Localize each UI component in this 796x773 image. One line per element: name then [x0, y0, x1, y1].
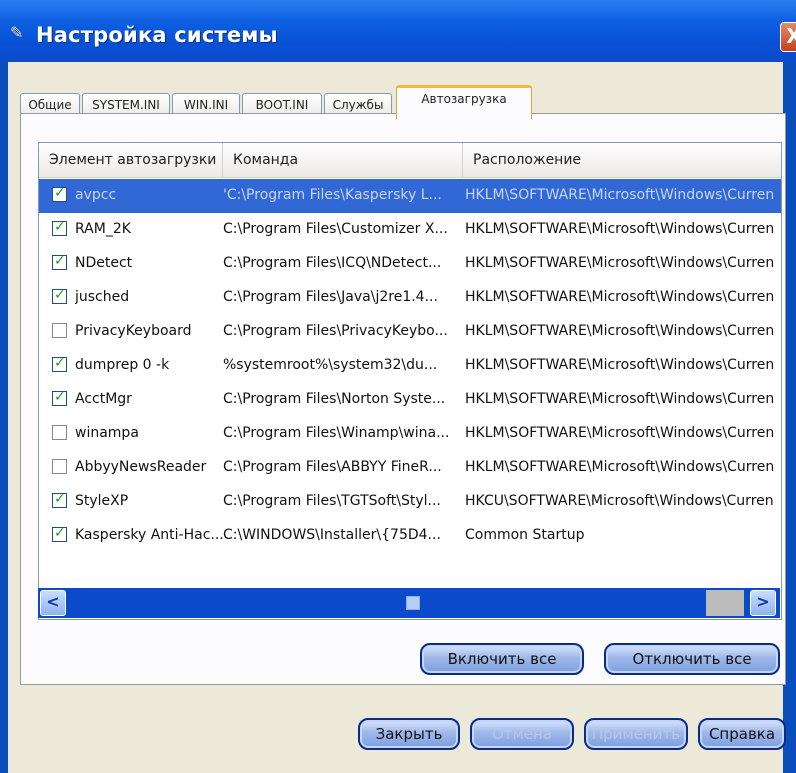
checkbox-unchecked[interactable] — [52, 459, 67, 474]
table-row[interactable]: ✓ jusched C:\Program Files\Java\j2re1.4...… — [39, 281, 781, 315]
column-header-item[interactable]: Элемент автозагрузки — [39, 143, 223, 177]
cell-item: Kaspersky Anti-Hac... — [75, 527, 223, 543]
cell-command: C:\WINDOWS\Installer\{75D4... — [223, 527, 441, 543]
table-row[interactable]: AbbyyNewsReader C:\Program Files\ABBYY Fi… — [39, 451, 781, 485]
apply-button[interactable]: Применить — [584, 718, 688, 750]
cell-location: HKLM\SOFTWARE\Microsoft\Windows\Curren — [465, 323, 775, 339]
cell-item: RAM_2K — [75, 221, 131, 237]
cell-location: HKLM\SOFTWARE\Microsoft\Windows\Curren — [465, 357, 775, 373]
column-header-command[interactable]: Команда — [223, 143, 463, 177]
table-row[interactable]: ✓ dumprep 0 -k %systemroot%\system32\du...… — [39, 349, 781, 383]
checkmark-icon: ✓ — [54, 219, 66, 235]
cell-location: HKLM\SOFTWARE\Microsoft\Windows\Curren — [465, 459, 775, 475]
checkmark-icon: ✓ — [54, 185, 66, 201]
window-title: Настройка системы — [36, 23, 278, 47]
cell-location: HKCU\SOFTWARE\Microsoft\Windows\Curren — [465, 493, 774, 509]
checkmark-icon: ✓ — [54, 389, 66, 405]
checkmark-icon: ✓ — [54, 287, 66, 303]
checkbox-checked[interactable]: ✓ — [52, 355, 67, 372]
table-row[interactable]: ✓ NDetect C:\Program Files\ICQ\NDetect... H… — [39, 247, 781, 281]
cell-item: dumprep 0 -k — [75, 357, 170, 373]
table-row[interactable]: ✓ avpcc 'C:\Program Files\Kaspersky L... HK… — [39, 179, 781, 213]
cell-command: C:\Program Files\ICQ\NDetect... — [223, 255, 442, 271]
cell-command: C:\Program Files\Winamp\wina... — [223, 425, 450, 441]
list-header: Элемент автозагрузки Команда Расположени… — [39, 143, 781, 178]
checkbox-checked[interactable]: ✓ — [52, 219, 67, 236]
cell-item: avpcc — [75, 187, 117, 203]
table-row[interactable]: PrivacyKeyboard C:\Program Files\PrivacyK… — [39, 315, 781, 349]
cell-command: C:\Program Files\TGTSoft\Styl... — [223, 493, 441, 509]
column-header-location[interactable]: Расположение — [463, 143, 781, 177]
table-row[interactable]: ✓ StyleXP C:\Program Files\TGTSoft\Styl...… — [39, 485, 781, 519]
cell-location: HKLM\SOFTWARE\Microsoft\Windows\Curren — [465, 221, 775, 237]
checkbox-checked[interactable]: ✓ — [52, 253, 67, 270]
cell-item: AbbyyNewsReader — [75, 459, 207, 475]
help-button[interactable]: Справка — [698, 718, 786, 750]
checkbox-checked[interactable]: ✓ — [52, 389, 67, 406]
scroll-left-button[interactable]: < — [40, 590, 66, 616]
table-row[interactable]: ✓ RAM_2K C:\Program Files\Customizer X... H… — [39, 213, 781, 247]
cell-location: HKLM\SOFTWARE\Microsoft\Windows\Curren — [465, 391, 775, 407]
cell-item: jusched — [75, 289, 130, 305]
cancel-button[interactable]: Отмена — [470, 718, 574, 750]
checkmark-icon: ✓ — [54, 355, 66, 371]
cell-location: Common Startup — [465, 527, 585, 543]
close-button[interactable]: Закрыть — [358, 718, 460, 750]
table-row[interactable]: winampa C:\Program Files\Winamp\wina... HK… — [39, 417, 781, 451]
tab-startup[interactable]: Автозагрузка — [396, 85, 532, 119]
checkbox-checked[interactable]: ✓ — [52, 287, 67, 304]
cell-command: %systemroot%\system32\du... — [223, 357, 438, 373]
close-window-button[interactable]: X — [780, 22, 796, 52]
checkmark-icon: ✓ — [54, 491, 66, 507]
cell-command: C:\Program Files\Norton Syste... — [223, 391, 446, 407]
cell-item: StyleXP — [75, 493, 129, 509]
disable-all-button[interactable]: Отключить все — [604, 643, 780, 675]
cell-command: C:\Program Files\Java\j2re1.4... — [223, 289, 438, 305]
scroll-thumb[interactable] — [406, 596, 420, 610]
cell-location: HKLM\SOFTWARE\Microsoft\Windows\Curren — [465, 425, 775, 441]
checkbox-unchecked[interactable] — [52, 323, 67, 338]
system-configuration-window: ✎ Настройка системы X Общие SYSTEM.INI W… — [0, 0, 796, 773]
scroll-track-end — [706, 590, 744, 616]
checkmark-icon: ✓ — [54, 253, 66, 269]
cell-item: PrivacyKeyboard — [75, 323, 192, 339]
title-bar[interactable]: ✎ Настройка системы X — [0, 0, 796, 62]
checkbox-checked[interactable]: ✓ — [52, 491, 67, 508]
checkbox-unchecked[interactable] — [52, 425, 67, 440]
table-row[interactable]: ✓ Kaspersky Anti-Hac... C:\WINDOWS\Install… — [39, 519, 781, 553]
cell-command: C:\Program Files\Customizer X... — [223, 221, 448, 237]
cell-item: NDetect — [75, 255, 133, 271]
cell-location: HKLM\SOFTWARE\Microsoft\Windows\Curren — [465, 187, 775, 203]
table-row[interactable]: ✓ AcctMgr C:\Program Files\Norton Syste...… — [39, 383, 781, 417]
startup-items-list[interactable]: Элемент автозагрузки Команда Расположени… — [38, 142, 782, 620]
settings-app-icon: ✎ — [10, 23, 24, 42]
cell-command: C:\Program Files\PrivacyKeybo... — [223, 323, 448, 339]
checkbox-checked[interactable]: ✓ — [52, 525, 67, 542]
enable-all-button[interactable]: Включить все — [420, 643, 584, 675]
checkmark-icon: ✓ — [54, 525, 66, 541]
cell-item: winampa — [75, 425, 139, 441]
cell-item: AcctMgr — [75, 391, 132, 407]
cell-location: HKLM\SOFTWARE\Microsoft\Windows\Curren — [465, 289, 775, 305]
cell-location: HKLM\SOFTWARE\Microsoft\Windows\Curren — [465, 255, 775, 271]
horizontal-scrollbar[interactable]: < > — [38, 588, 780, 618]
cell-command: 'C:\Program Files\Kaspersky L... — [223, 187, 442, 203]
checkbox-checked[interactable]: ✓ — [52, 185, 67, 202]
scroll-right-button[interactable]: > — [750, 590, 776, 616]
cell-command: C:\Program Files\ABBYY FineR... — [223, 459, 442, 475]
